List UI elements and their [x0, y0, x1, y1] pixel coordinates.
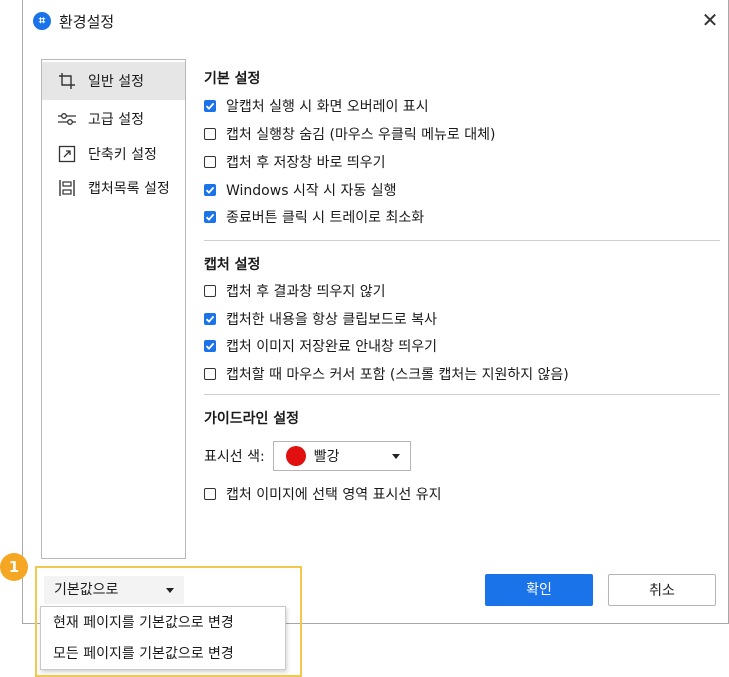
- option-no-result-window[interactable]: 캡처 후 결과창 띄우지 않기: [204, 280, 385, 302]
- sidebar-item-shortcut[interactable]: 단축키 설정: [42, 135, 185, 173]
- section-divider: [204, 240, 720, 241]
- checkbox[interactable]: [204, 285, 216, 297]
- close-icon[interactable]: ✕: [698, 8, 722, 32]
- checkbox[interactable]: [204, 156, 216, 168]
- checkbox[interactable]: [204, 340, 216, 352]
- option-label: 캡처 이미지에 선택 영역 표시선 유지: [226, 487, 442, 503]
- color-swatch: [285, 446, 306, 466]
- shortcut-arrow-icon: [56, 145, 78, 163]
- option-include-cursor[interactable]: 캡처할 때 마우스 커서 포함 (스크롤 캡처는 지원하지 않음): [204, 363, 569, 385]
- option-label: 캡처 실행창 숨김 (마우스 우클릭 메뉴로 대체): [226, 127, 496, 143]
- option-label: 알캡처 실행 시 화면 오버레이 표시: [226, 99, 429, 115]
- selected-color: 빨강: [313, 449, 340, 465]
- title-bar: ⌗ 환경설정 ✕: [23, 0, 728, 42]
- option-label: 캡처한 내용을 항상 클립보드로 복사: [226, 312, 437, 328]
- sidebar-item-advanced[interactable]: 고급 설정: [42, 100, 185, 138]
- option-keep-guideline[interactable]: 캡처 이미지에 선택 영역 표시선 유지: [204, 483, 441, 505]
- option-overlay[interactable]: 알캡처 실행 시 화면 오버레이 표시: [204, 95, 429, 117]
- guideline-color-label: 표시선 색:: [204, 449, 265, 465]
- checkbox[interactable]: [204, 100, 216, 112]
- checkbox[interactable]: [204, 211, 216, 223]
- option-label: 종료버튼 클릭 시 트레이로 최소화: [226, 210, 425, 226]
- guideline-color-select[interactable]: 빨강: [272, 441, 411, 471]
- option-open-save-window[interactable]: 캡처 후 저장창 바로 띄우기: [204, 151, 385, 173]
- option-label: 캡처 후 결과창 띄우지 않기: [226, 284, 386, 300]
- guideline-settings-heading: 가이드라인 설정: [204, 411, 300, 427]
- checkbox[interactable]: [204, 313, 216, 325]
- settings-sidebar: 일반 설정 고급 설정 단축키 설정 캡처목록 설정: [41, 59, 186, 559]
- capture-app-icon: ⌗: [33, 12, 51, 30]
- chevron-down-icon: [391, 454, 400, 459]
- ok-button[interactable]: 확인: [485, 574, 593, 606]
- annotation-highlight-box: [35, 566, 302, 677]
- sliders-icon: [56, 110, 78, 128]
- sidebar-item-general[interactable]: 일반 설정: [42, 62, 185, 100]
- sidebar-item-label: 캡처목록 설정: [88, 181, 170, 197]
- cancel-button[interactable]: 취소: [608, 574, 716, 606]
- option-minimize-to-tray[interactable]: 종료버튼 클릭 시 트레이로 최소화: [204, 206, 424, 228]
- option-autostart[interactable]: Windows 시작 시 자동 실행: [204, 179, 396, 201]
- sidebar-item-label: 일반 설정: [88, 74, 144, 90]
- checkbox[interactable]: [204, 368, 216, 380]
- sidebar-item-label: 고급 설정: [88, 112, 144, 128]
- capture-settings-heading: 캡처 설정: [204, 257, 261, 273]
- option-save-complete-notice[interactable]: 캡처 이미지 저장완료 안내창 띄우기: [204, 335, 437, 357]
- option-copy-to-clipboard[interactable]: 캡처한 내용을 항상 클립보드로 복사: [204, 308, 437, 330]
- crop-icon: [56, 72, 78, 90]
- settings-dialog: ⌗ 환경설정 ✕ 일반 설정 고급 설정 단축키 설정 캡처목록 설정 기본 설…: [22, 0, 729, 624]
- option-hide-capture-window[interactable]: 캡처 실행창 숨김 (마우스 우클릭 메뉴로 대체): [204, 123, 495, 145]
- option-label: 캡처 이미지 저장완료 안내창 띄우기: [226, 339, 437, 355]
- capture-list-icon: [56, 179, 78, 197]
- checkbox[interactable]: [204, 488, 216, 500]
- option-label: 캡처 후 저장창 바로 띄우기: [226, 155, 386, 171]
- section-divider: [204, 394, 720, 395]
- option-label: 캡처할 때 마우스 커서 포함 (스크롤 캡처는 지원하지 않음): [226, 367, 569, 383]
- sidebar-item-label: 단축키 설정: [88, 147, 157, 163]
- window-title: 환경설정: [59, 13, 115, 31]
- guideline-color-row: 표시선 색: 빨강: [204, 441, 411, 471]
- checkbox[interactable]: [204, 128, 216, 140]
- sidebar-item-capture-list[interactable]: 캡처목록 설정: [42, 169, 185, 207]
- basic-settings-heading: 기본 설정: [204, 71, 261, 87]
- annotation-badge: 1: [0, 553, 28, 581]
- option-label: Windows 시작 시 자동 실행: [226, 183, 397, 199]
- checkbox[interactable]: [204, 184, 216, 196]
